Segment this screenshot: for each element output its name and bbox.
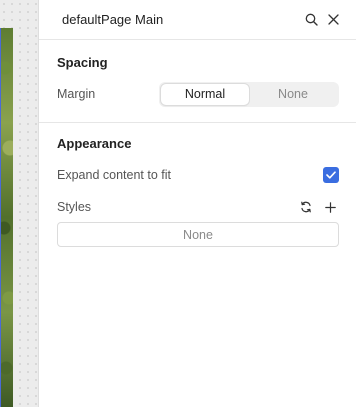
check-icon xyxy=(326,171,336,179)
margin-segmented-control: Normal None xyxy=(159,81,339,107)
search-icon[interactable] xyxy=(300,9,322,31)
refresh-icon[interactable] xyxy=(297,198,315,216)
app-window: defaultPage Main Spacing Margin Normal N… xyxy=(0,0,356,407)
spacing-heading: Spacing xyxy=(57,55,108,70)
styles-actions xyxy=(297,198,339,216)
margin-option-normal[interactable]: Normal xyxy=(161,83,249,105)
spacing-section: Spacing Margin Normal None xyxy=(39,40,356,123)
margin-option-none[interactable]: None xyxy=(249,84,337,105)
styles-select[interactable]: None xyxy=(57,222,339,247)
expand-content-label: Expand content to fit xyxy=(57,168,171,182)
close-icon[interactable] xyxy=(322,9,344,31)
appearance-section: Appearance Expand content to fit Styles xyxy=(39,123,356,247)
selected-image-preview[interactable] xyxy=(0,28,13,407)
expand-content-checkbox[interactable] xyxy=(323,167,339,183)
properties-panel: defaultPage Main Spacing Margin Normal N… xyxy=(38,0,356,407)
margin-label: Margin xyxy=(57,87,96,101)
panel-header: defaultPage Main xyxy=(39,0,356,40)
panel-title: defaultPage Main xyxy=(62,12,164,27)
appearance-heading: Appearance xyxy=(57,136,132,151)
margin-row: Margin Normal None xyxy=(57,81,339,107)
plus-icon[interactable] xyxy=(321,198,339,216)
expand-row: Expand content to fit xyxy=(57,165,339,185)
styles-label: Styles xyxy=(57,200,92,214)
styles-row: Styles xyxy=(57,197,339,217)
